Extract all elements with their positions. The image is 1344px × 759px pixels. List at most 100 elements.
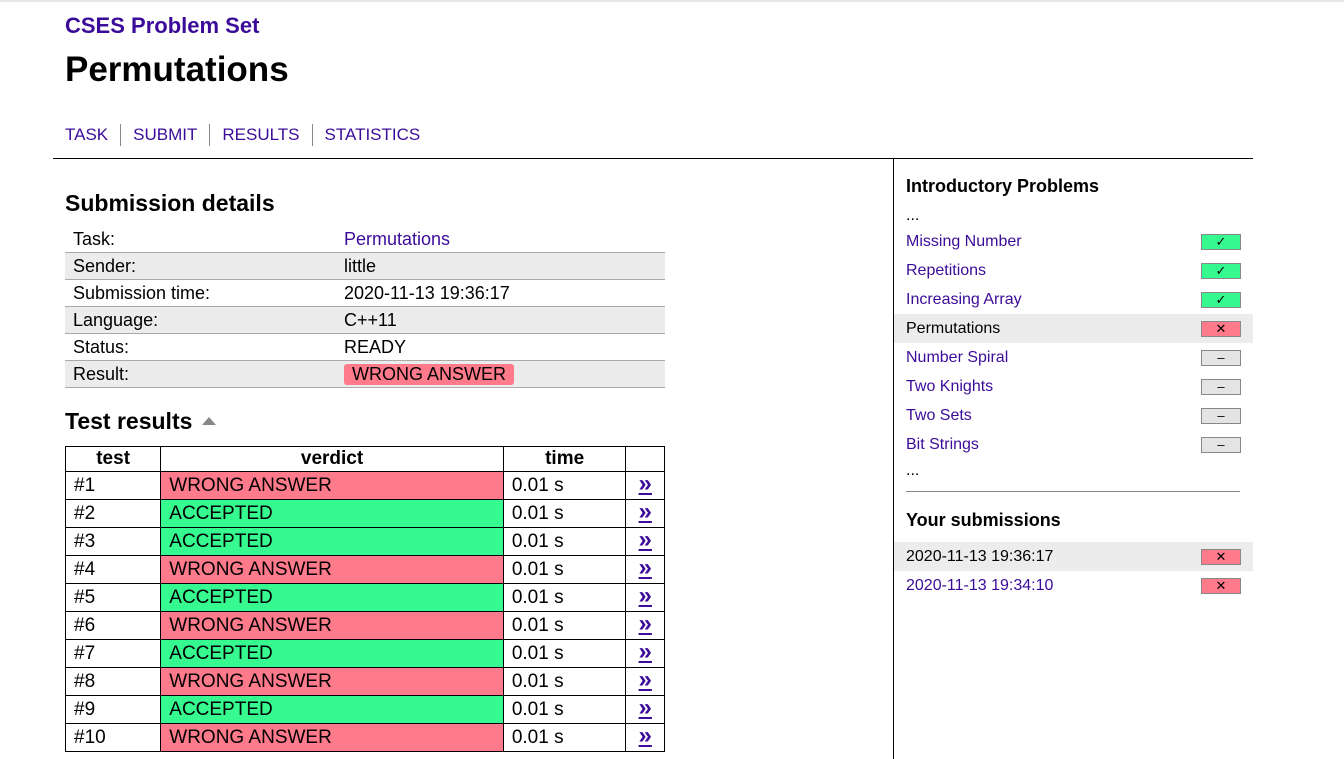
test-verdict: ACCEPTED	[160, 499, 504, 528]
nav-submit-link[interactable]: SUBMIT	[120, 124, 209, 146]
column-header-test: test	[64, 446, 162, 472]
test-link-cell: »	[625, 526, 665, 556]
test-results-heading: Test results	[65, 408, 193, 434]
problem-name: Permutations	[906, 320, 1001, 337]
test-verdict: ACCEPTED	[160, 639, 504, 668]
nav-results-link[interactable]: RESULTS	[209, 124, 311, 146]
sidebar-problem-item[interactable]: Missing Number ✓	[894, 227, 1253, 256]
test-link-cell: »	[625, 554, 665, 584]
sidebar-problem-item[interactable]: Bit Strings –	[894, 430, 1253, 459]
test-time: 0.01 s	[502, 499, 627, 528]
test-link-cell: »	[625, 666, 665, 696]
test-number: #2	[64, 499, 162, 528]
test-link-cell: »	[625, 498, 665, 528]
details-value: READY	[336, 333, 665, 361]
problem-list: Missing Number ✓ Repetitions ✓ Increasing Ar…	[894, 227, 1253, 459]
problem-link[interactable]: Missing Number	[906, 233, 1022, 250]
double-chevron-right-icon[interactable]: »	[639, 694, 652, 721]
double-chevron-right-icon[interactable]: »	[639, 638, 652, 665]
table-row: #8 WRONG ANSWER 0.01 s »	[64, 666, 665, 696]
test-link-cell: »	[625, 610, 665, 640]
details-row: Task: Permutations	[65, 226, 665, 253]
test-time: 0.01 s	[502, 527, 627, 556]
details-row: Result: WRONG ANSWER	[65, 360, 665, 388]
test-verdict: WRONG ANSWER	[160, 611, 504, 640]
submission-time: 2020-11-13 19:36:17	[906, 548, 1054, 565]
problem-link[interactable]: Number Spiral	[906, 349, 1008, 366]
test-results-header: Test results	[65, 406, 665, 436]
table-row: #4 WRONG ANSWER 0.01 s »	[64, 554, 665, 584]
double-chevron-right-icon[interactable]: »	[639, 498, 652, 525]
submission-link[interactable]: 2020-11-13 19:34:10	[906, 577, 1053, 594]
double-chevron-right-icon[interactable]: »	[639, 610, 652, 637]
problem-link[interactable]: Repetitions	[906, 262, 986, 279]
table-row: #1 WRONG ANSWER 0.01 s »	[64, 470, 665, 500]
double-chevron-right-icon[interactable]: »	[639, 722, 652, 749]
page-title: Permutations	[65, 50, 289, 89]
nav-task-link[interactable]: TASK	[65, 124, 120, 146]
problem-link[interactable]: Bit Strings	[906, 436, 979, 453]
submission-item[interactable]: 2020-11-13 19:34:10 ✕	[894, 571, 1253, 600]
top-border	[0, 0, 1344, 2]
test-time: 0.01 s	[502, 555, 627, 584]
dash-icon: –	[1201, 437, 1241, 453]
details-value: 2020-11-13 19:36:17	[336, 279, 665, 307]
double-chevron-right-icon[interactable]: »	[639, 666, 652, 693]
test-time: 0.01 s	[502, 611, 627, 640]
double-chevron-right-icon[interactable]: »	[639, 554, 652, 581]
cross-icon: ✕	[1201, 578, 1241, 594]
test-verdict: ACCEPTED	[160, 527, 504, 556]
sidebar-problem-item[interactable]: Number Spiral –	[894, 343, 1253, 372]
dash-icon: –	[1201, 350, 1241, 366]
sidebar-problem-item[interactable]: Increasing Array ✓	[894, 285, 1253, 314]
test-number: #8	[64, 667, 162, 696]
sidebar-problem-item[interactable]: Two Sets –	[894, 401, 1253, 430]
column-header-link	[625, 446, 665, 472]
cross-icon: ✕	[1201, 549, 1241, 565]
test-link-cell: »	[625, 582, 665, 612]
check-icon: ✓	[1201, 292, 1241, 308]
table-row: #10 WRONG ANSWER 0.01 s »	[64, 722, 665, 752]
sidebar: Introductory Problems ... Missing Number…	[894, 174, 1253, 600]
column-header-verdict: verdict	[160, 446, 504, 472]
cross-icon: ✕	[1201, 321, 1241, 337]
test-number: #3	[64, 527, 162, 556]
test-time: 0.01 s	[502, 695, 627, 724]
table-row: #7 ACCEPTED 0.01 s »	[64, 638, 665, 668]
double-chevron-right-icon[interactable]: »	[639, 582, 652, 609]
test-link-cell: »	[625, 694, 665, 724]
problem-link[interactable]: Increasing Array	[906, 291, 1022, 308]
task-link[interactable]: Permutations	[344, 229, 450, 249]
test-link-cell: »	[625, 638, 665, 668]
sidebar-problem-item[interactable]: Two Knights –	[894, 372, 1253, 401]
site-title-link[interactable]: CSES Problem Set	[65, 12, 289, 40]
double-chevron-right-icon[interactable]: »	[639, 526, 652, 553]
column-header-time: time	[502, 446, 627, 472]
check-icon: ✓	[1201, 263, 1241, 279]
submission-details-heading: Submission details	[65, 190, 275, 216]
sidebar-problem-item: Permutations ✕	[894, 314, 1253, 343]
submission-details-table: Task: Permutations Sender: little Submis…	[65, 226, 665, 388]
test-verdict: WRONG ANSWER	[160, 555, 504, 584]
details-label: Task:	[65, 226, 336, 253]
problem-link[interactable]: Two Knights	[906, 378, 993, 395]
test-number: #1	[64, 471, 162, 500]
details-value: little	[336, 252, 665, 280]
test-time: 0.01 s	[502, 471, 627, 500]
test-time: 0.01 s	[502, 723, 627, 752]
collapse-triangle-icon[interactable]	[202, 417, 217, 425]
sidebar-problem-item[interactable]: Repetitions ✓	[894, 256, 1253, 285]
test-link-cell: »	[625, 470, 665, 500]
test-time: 0.01 s	[502, 667, 627, 696]
details-label: Submission time:	[65, 279, 336, 307]
double-chevron-right-icon[interactable]: »	[639, 470, 652, 497]
problem-link[interactable]: Two Sets	[906, 407, 972, 424]
details-label: Result:	[65, 360, 336, 388]
submission-list: 2020-11-13 19:36:17 ✕ 2020-11-13 19:34:10 ✕	[894, 542, 1253, 600]
test-verdict: ACCEPTED	[160, 695, 504, 724]
test-number: #9	[64, 695, 162, 724]
test-number: #7	[64, 639, 162, 668]
nav-statistics-link[interactable]: STATISTICS	[311, 124, 433, 146]
main-content: Submission details Task: Permutations Se…	[64, 188, 665, 752]
table-row: #6 WRONG ANSWER 0.01 s »	[64, 610, 665, 640]
